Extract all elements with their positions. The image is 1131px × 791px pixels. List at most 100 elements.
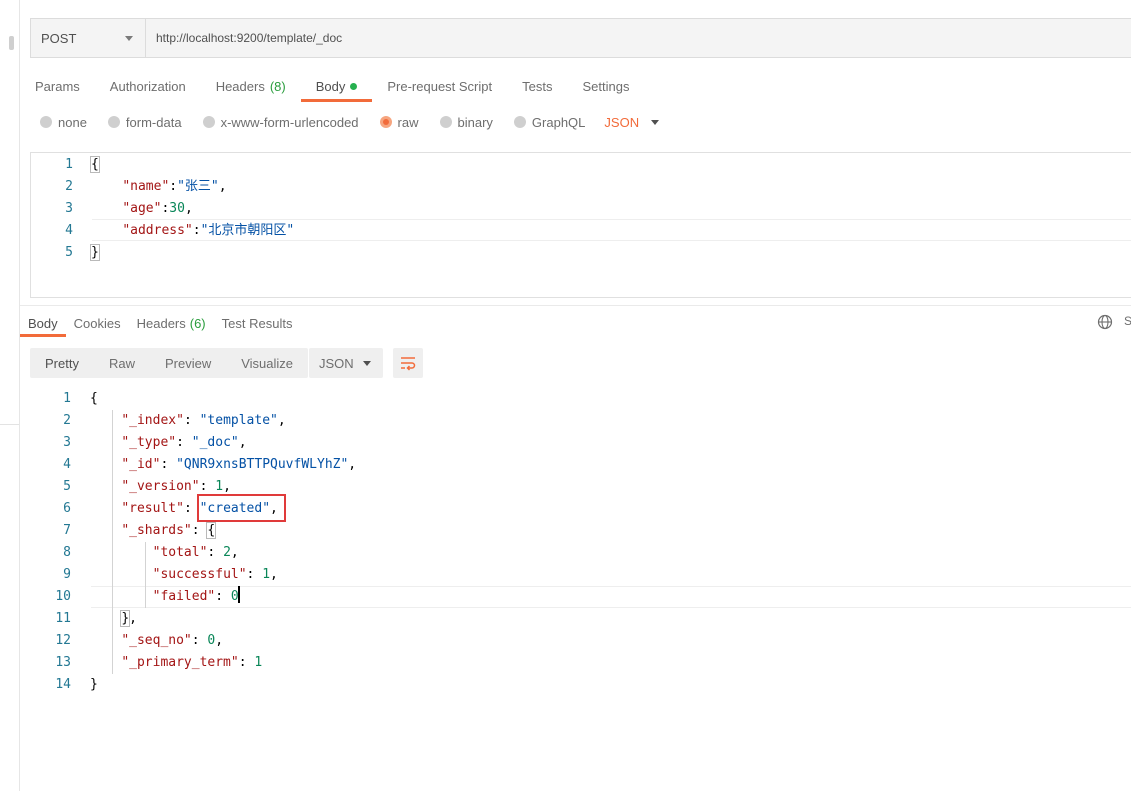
code-text: "_shards": { — [121, 522, 217, 539]
tab-authorization[interactable]: Authorization — [95, 70, 201, 102]
code-line: 11 }, — [20, 608, 1131, 630]
radio-button[interactable] — [107, 116, 120, 128]
view-raw-button[interactable]: Raw — [94, 348, 150, 378]
response-tabs: Body Cookies Headers (6) Test Results — [20, 309, 300, 337]
tab-pre-request-script[interactable]: Pre-request Script — [372, 70, 507, 102]
tab-settings[interactable]: Settings — [567, 70, 644, 102]
code-line: 5} — [31, 242, 1131, 264]
code-line: 1{ — [31, 154, 1131, 176]
response-format-select[interactable]: JSON — [309, 348, 383, 378]
line-number: 10 — [55, 589, 71, 604]
line-number: 4 — [63, 457, 71, 472]
line-number: 8 — [63, 545, 71, 560]
code-text: "_primary_term": 1 — [121, 655, 263, 670]
tab-params[interactable]: Params — [20, 70, 95, 102]
tab-response-body[interactable]: Body — [20, 309, 66, 337]
headers-count: (8) — [269, 78, 286, 94]
radio-graphql[interactable]: GraphQL — [513, 115, 585, 130]
code-line: 10 "failed": 0 — [20, 586, 1131, 608]
code-line: 13 "_primary_term": 1 — [20, 652, 1131, 674]
radio-button[interactable] — [439, 116, 452, 128]
json-value: "QNR9xnsBTTPQuvfWLYhZ" — [176, 457, 349, 472]
view-pretty-button[interactable]: Pretty — [30, 348, 94, 378]
line-number: 3 — [65, 201, 73, 216]
line-number: 5 — [63, 479, 71, 494]
wrap-lines-icon — [401, 357, 416, 371]
code-text: }, — [120, 610, 137, 627]
chevron-down-icon — [125, 35, 133, 41]
json-key: "result" — [121, 501, 184, 516]
line-number: 7 — [63, 523, 71, 538]
result-highlight-box — [197, 494, 286, 522]
request-body-editor[interactable]: 1{ 2 "name":"张三", 3 "age":30, 4 "address… — [30, 152, 1131, 298]
tab-response-headers[interactable]: Headers (6) — [129, 309, 214, 337]
json-key: "age" — [122, 201, 162, 216]
tab-body[interactable]: Body — [300, 70, 373, 102]
code-line: 4 "address":"北京市朝阳区" — [31, 220, 1131, 242]
line-number: 9 — [63, 567, 71, 582]
raw-format-select[interactable]: JSON — [604, 115, 660, 130]
json-key: "failed" — [152, 589, 216, 604]
radio-x-www-form-urlencoded[interactable]: x-www-form-urlencoded — [202, 114, 359, 130]
code-line: 2 "_index": "template", — [20, 410, 1131, 432]
method-select[interactable]: POST — [31, 19, 146, 57]
json-value: "template" — [199, 413, 278, 428]
response-body-viewer[interactable]: 1{ 2 "_index": "template", 3 "_type": "_… — [20, 388, 1131, 718]
radio-raw[interactable]: raw — [379, 115, 419, 130]
radio-button-checked[interactable] — [379, 116, 392, 128]
tab-tests[interactable]: Tests — [507, 70, 567, 102]
line-number: 11 — [55, 611, 71, 626]
code-text: "age":30, — [122, 201, 193, 216]
code-text: "_type": "_doc", — [121, 435, 247, 450]
json-key: "total" — [152, 545, 208, 560]
json-value: 30 — [169, 201, 185, 216]
code-line: 7 "_shards": { — [20, 520, 1131, 542]
radio-label: none — [58, 114, 87, 130]
left-sidebar-edge — [0, 0, 20, 791]
code-line: 6 "result": "created", — [20, 498, 1131, 520]
radio-label: x-www-form-urlencoded — [220, 114, 359, 130]
tab-label: Pre-request Script — [387, 78, 493, 94]
code-text: "_index": "template", — [121, 413, 286, 428]
tab-headers[interactable]: Headers (8) — [201, 70, 301, 102]
code-line: 8 "total": 2, — [20, 542, 1131, 564]
chevron-down-icon — [651, 119, 660, 125]
truncated-label: S — [1124, 314, 1131, 328]
request-url-bar: POST — [30, 18, 1131, 58]
json-value: "张三" — [177, 179, 219, 194]
json-key: "_type" — [121, 435, 177, 450]
code-text: "address":"北京市朝阳区" — [122, 223, 295, 238]
radio-button[interactable] — [202, 116, 215, 128]
tab-label: Params — [35, 78, 80, 94]
radio-button[interactable] — [513, 116, 526, 128]
line-number: 12 — [55, 633, 71, 648]
wrap-lines-button[interactable] — [393, 348, 423, 378]
tab-test-results[interactable]: Test Results — [214, 309, 301, 337]
json-value: 1 — [262, 567, 271, 582]
code-line: 5 "_version": 1, — [20, 476, 1131, 498]
globe-icon[interactable] — [1097, 314, 1113, 330]
radio-form-data[interactable]: form-data — [107, 115, 182, 130]
tab-label: Headers — [136, 315, 186, 331]
json-key: "_shards" — [121, 523, 192, 538]
scroll-handle[interactable] — [9, 36, 14, 50]
radio-button[interactable] — [40, 116, 52, 128]
radio-none[interactable]: none — [40, 115, 87, 130]
divider — [0, 424, 19, 425]
tab-cookies[interactable]: Cookies — [66, 309, 129, 337]
tab-label: Headers — [215, 78, 265, 94]
code-text: "_id": "QNR9xnsBTTPQuvfWLYhZ", — [121, 457, 357, 472]
code-text: { — [90, 156, 100, 173]
view-preview-button[interactable]: Preview — [150, 348, 226, 378]
tab-label: Body — [28, 315, 58, 331]
url-input[interactable] — [146, 19, 1131, 57]
tab-label: Test Results — [221, 315, 293, 331]
tab-label: Cookies — [73, 315, 121, 331]
line-number: 1 — [65, 157, 73, 172]
text-cursor — [237, 586, 240, 603]
radio-binary[interactable]: binary — [439, 115, 493, 130]
code-line: 14} — [20, 674, 1131, 696]
view-visualize-button[interactable]: Visualize — [226, 348, 308, 378]
line-number: 2 — [65, 179, 73, 194]
json-value: "_doc" — [191, 435, 239, 450]
